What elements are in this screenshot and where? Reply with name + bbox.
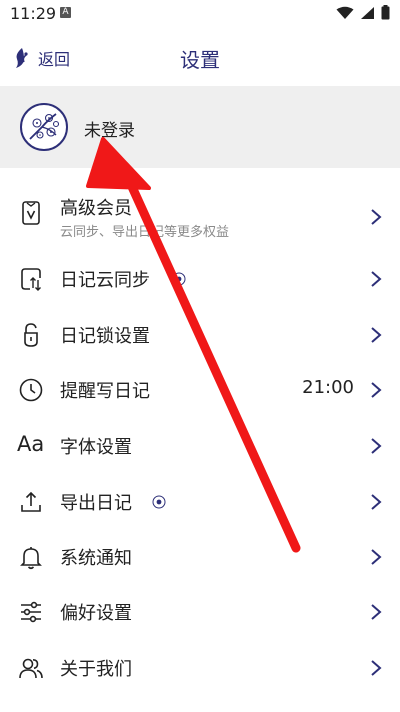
status-bar: 11:29 A xyxy=(0,0,400,30)
menu-item-vip[interactable]: 高级会员 云同步、导出日记等更多权益 xyxy=(0,184,400,250)
menu-item-diary-lock[interactable]: 日记锁设置 xyxy=(0,308,400,362)
signal-icon xyxy=(361,6,374,19)
status-icons xyxy=(336,5,390,20)
menu-item-export[interactable]: 导出日记 xyxy=(0,475,400,529)
status-time: 11:29 xyxy=(10,4,57,23)
menu-label: 提醒写日记 xyxy=(60,381,150,402)
menu-label: 日记云同步 xyxy=(60,270,150,291)
people-icon xyxy=(19,658,43,679)
menu-item-cloud-sync[interactable]: 日记云同步 xyxy=(0,252,400,306)
account-row[interactable]: 未登录 xyxy=(0,86,400,168)
chevron-right-icon xyxy=(371,438,382,454)
plum-blossom-avatar-icon xyxy=(29,113,60,140)
chevron-right-icon xyxy=(371,327,382,343)
chevron-right-icon xyxy=(371,209,382,225)
menu-item-font[interactable]: Aa 字体设置 xyxy=(0,419,400,473)
chevron-right-icon xyxy=(371,604,382,620)
lock-icon xyxy=(24,323,38,347)
menu-label: 字体设置 xyxy=(60,437,132,458)
nav-bar: 返回 设置 xyxy=(0,30,400,86)
cloud-sync-icon xyxy=(21,268,41,291)
chevron-right-icon xyxy=(371,660,382,676)
chevron-right-icon xyxy=(371,494,382,510)
menu-label: 关于我们 xyxy=(60,659,132,680)
menu-label: 日记锁设置 xyxy=(60,326,150,347)
menu-item-about[interactable]: 关于我们 xyxy=(0,641,400,695)
menu-item-notifications[interactable]: 系统通知 xyxy=(0,530,400,584)
menu-label: 系统通知 xyxy=(60,548,132,569)
new-badge-icon xyxy=(152,495,166,509)
font-icon: Aa xyxy=(17,432,45,456)
chevron-right-icon xyxy=(371,382,382,398)
sliders-icon xyxy=(21,601,41,623)
menu-label: 偏好设置 xyxy=(60,603,132,624)
menu-label: 导出日记 xyxy=(60,493,132,514)
clock-icon xyxy=(19,378,43,402)
wifi-icon xyxy=(336,6,354,19)
vip-phone-icon xyxy=(22,201,40,225)
notification-icon: A xyxy=(60,7,71,18)
reminder-time-value: 21:00 xyxy=(302,377,354,398)
chevron-right-icon xyxy=(371,549,382,565)
avatar xyxy=(20,103,68,151)
menu-item-preferences[interactable]: 偏好设置 xyxy=(0,585,400,639)
login-status: 未登录 xyxy=(84,121,135,141)
new-badge-icon xyxy=(172,272,186,286)
menu-item-reminder[interactable]: 提醒写日记 21:00 xyxy=(0,363,400,417)
battery-icon xyxy=(381,5,390,20)
menu-label: 高级会员 xyxy=(60,198,132,219)
chevron-right-icon xyxy=(371,271,382,287)
bell-icon xyxy=(20,547,42,570)
page-title: 设置 xyxy=(180,48,220,72)
export-icon xyxy=(21,491,41,512)
menu-subtitle: 云同步、导出日记等更多权益 xyxy=(60,225,230,240)
